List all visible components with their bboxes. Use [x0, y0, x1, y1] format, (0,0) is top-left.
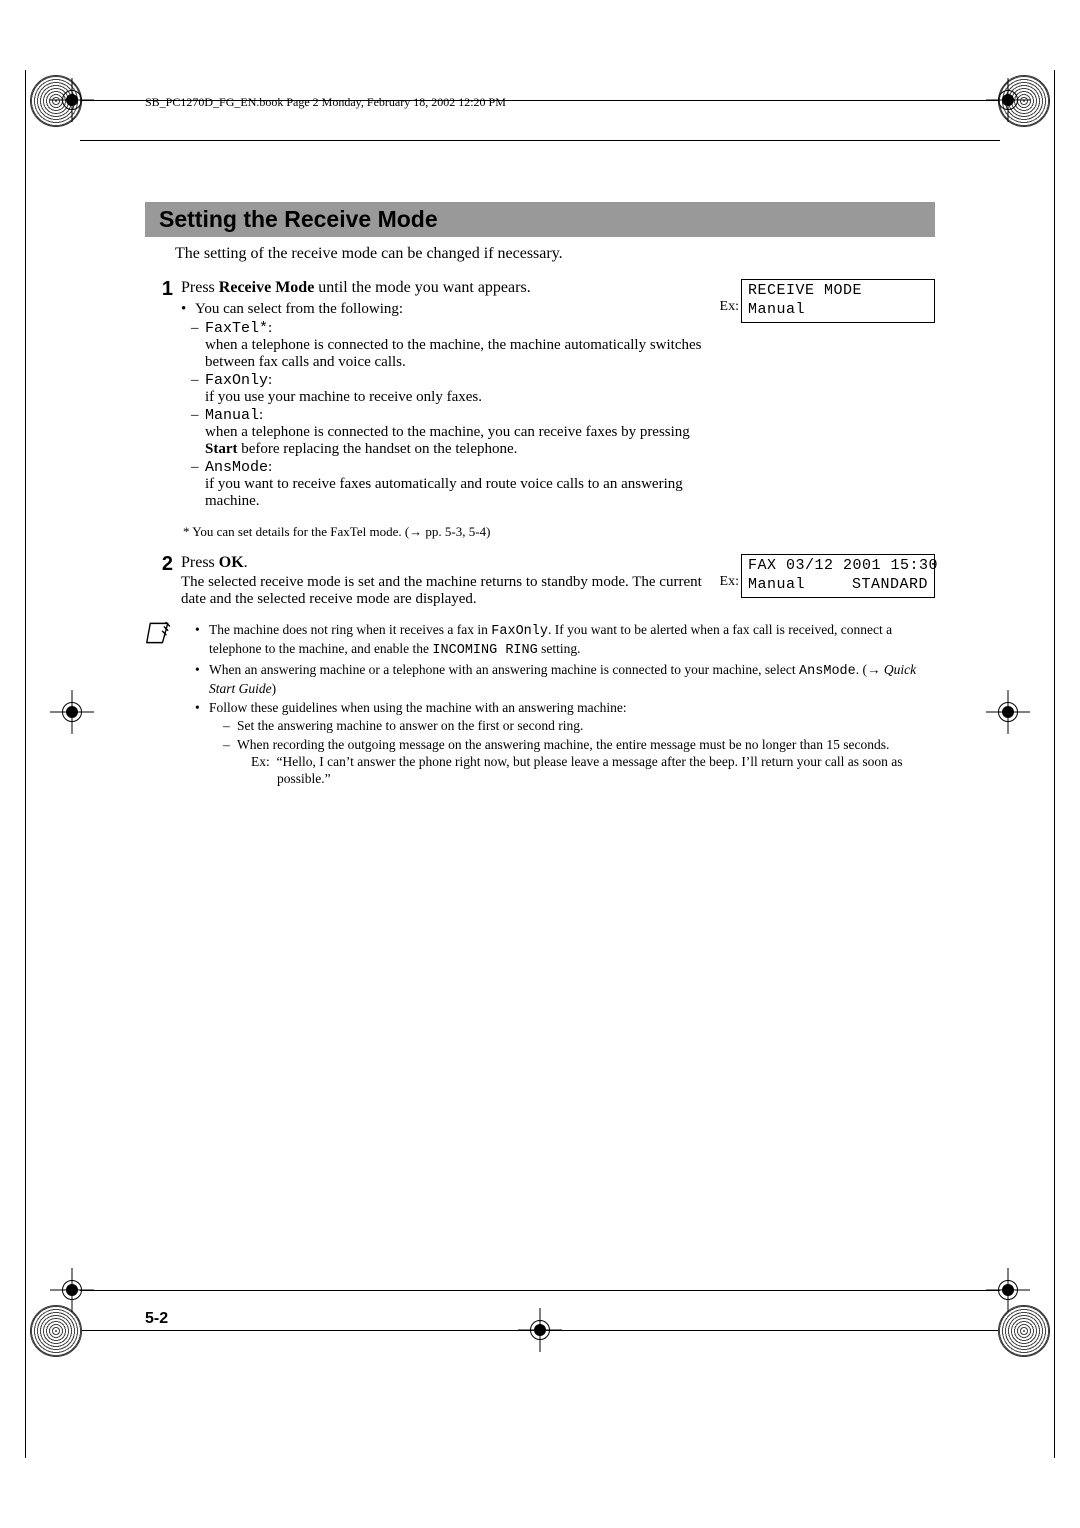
register-mark-icon — [996, 88, 1020, 112]
example-label: Ex: — [720, 574, 739, 590]
step-2: 2 Press OK. The selected receive mode is… — [145, 554, 935, 608]
mode-option-faxonly: FaxOnly: if you use your machine to rece… — [181, 372, 708, 406]
page-content: SB_PC1270D_FG_EN.book Page 2 Monday, Feb… — [145, 95, 935, 1268]
mode-option-manual: Manual: when a telephone is connected to… — [181, 407, 708, 458]
register-mark-icon — [60, 1278, 84, 1302]
note-item: The machine does not ring when it receiv… — [195, 622, 935, 660]
step-body: The selected receive mode is set and the… — [181, 574, 708, 608]
step-instruction: Press OK. — [181, 554, 708, 572]
note-sub-item: When recording the outgoing message on t… — [223, 737, 935, 788]
lcd-display: FAX 03/12 2001 15:30 ManualSTANDARD — [741, 554, 935, 598]
section-heading: Setting the Receive Mode — [145, 202, 935, 237]
register-mark-icon — [60, 88, 84, 112]
step-1: 1 Press Receive Mode until the mode you … — [145, 279, 935, 544]
note-item: Follow these guidelines when using the m… — [195, 700, 935, 788]
register-mark-icon — [528, 1318, 552, 1342]
register-mark-icon — [60, 700, 84, 724]
step-number: 1 — [145, 278, 173, 301]
intro-text: The setting of the receive mode can be c… — [175, 245, 935, 263]
footnote: * You can set details for the FaxTel mod… — [183, 524, 708, 540]
note-icon — [145, 620, 195, 790]
note-sub-item: Set the answering machine to answer on t… — [223, 718, 935, 735]
mode-option-ansmode: AnsMode: if you want to receive faxes au… — [181, 459, 708, 510]
register-mark-icon — [996, 1278, 1020, 1302]
note-block: The machine does not ring when it receiv… — [145, 620, 935, 790]
step-instruction: Press Receive Mode until the mode you wa… — [181, 279, 708, 297]
mode-option-faxtel: FaxTel*: when a telephone is connected t… — [181, 320, 708, 371]
page-number: 5-2 — [145, 1310, 168, 1328]
running-head: SB_PC1270D_FG_EN.book Page 2 Monday, Feb… — [145, 95, 935, 110]
step-number: 2 — [145, 553, 173, 576]
step-sub-bullet: You can select from the following: — [181, 301, 708, 318]
note-item: When an answering machine or a telephone… — [195, 662, 935, 698]
lcd-display: RECEIVE MODE Manual — [741, 279, 935, 323]
register-mark-icon — [996, 700, 1020, 724]
example-label: Ex: — [720, 299, 739, 315]
